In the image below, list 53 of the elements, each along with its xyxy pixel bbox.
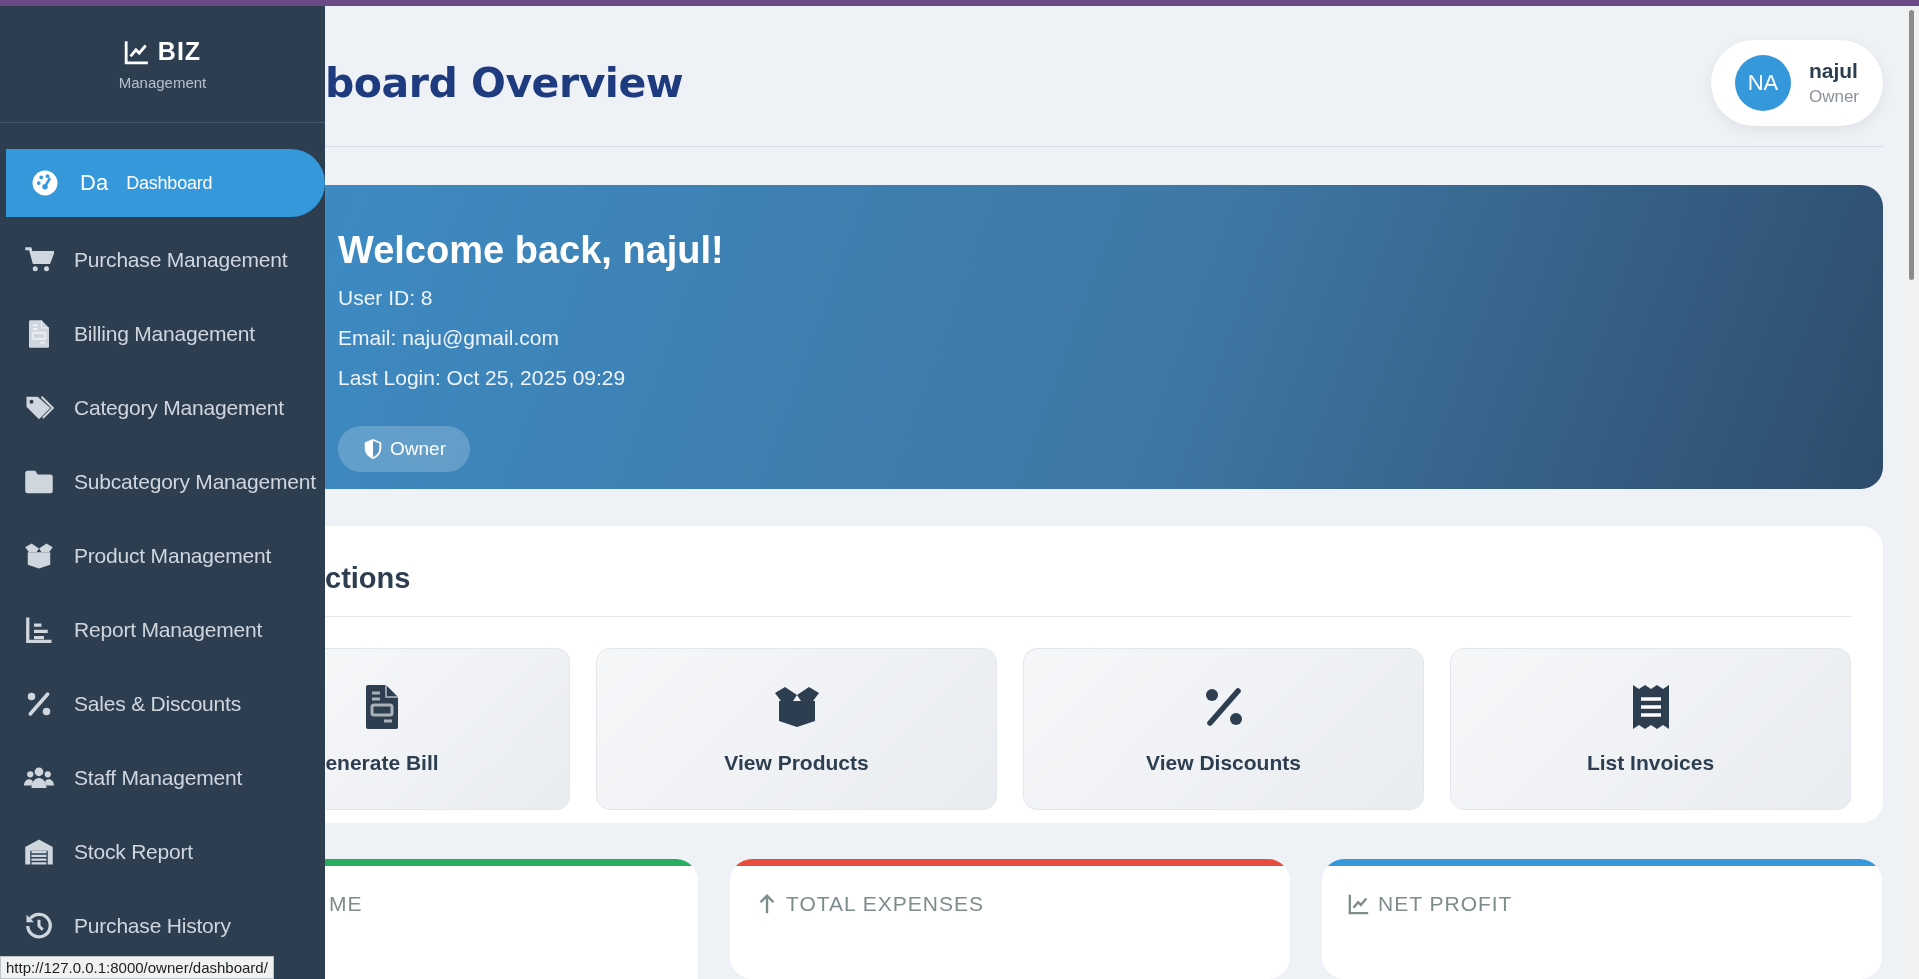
brand-subtitle: Management xyxy=(118,74,207,91)
sidebar-item[interactable]: Subcategory Management xyxy=(0,451,325,513)
brand-logo: BIZ xyxy=(157,37,202,66)
item-label: Product Management xyxy=(74,544,272,568)
line-chart-icon xyxy=(123,38,150,65)
action-card[interactable]: View Discounts xyxy=(1023,648,1424,811)
sidebar-item[interactable]: Staff Management xyxy=(0,747,325,809)
scrollbar[interactable] xyxy=(1903,6,1919,979)
shield-icon xyxy=(362,438,384,460)
stat-label: ME xyxy=(329,892,363,916)
welcome-heading: Welcome back, najul! xyxy=(338,229,724,272)
line-chart-icon xyxy=(1348,893,1370,915)
action-card[interactable]: View Products xyxy=(596,648,997,811)
user-name: najul xyxy=(1808,59,1859,83)
user-card[interactable]: NA najul Owner xyxy=(1710,40,1883,126)
item-label: Purchase Management xyxy=(74,248,288,272)
item-label: Staff Management xyxy=(74,766,243,790)
item-label: Category Management xyxy=(74,396,284,420)
role-badge: Owner xyxy=(338,426,470,472)
user-role: Owner xyxy=(1808,87,1859,107)
sidebar-item[interactable]: Category Management xyxy=(0,377,325,439)
sidebar-item[interactable]: Product Management xyxy=(0,525,325,587)
sidebar-item[interactable]: Purchase Management xyxy=(0,229,325,291)
item-abbreviation: Da xyxy=(80,170,109,196)
bar-chart-icon xyxy=(24,615,54,645)
section-heading: ctions xyxy=(325,526,1851,618)
stat-label: TOTAL EXPENSES xyxy=(786,892,984,916)
item-label: Sales & Discounts xyxy=(74,692,241,716)
item-label: Purchase History xyxy=(74,914,231,938)
history-icon xyxy=(24,911,54,941)
user-detail: User ID: 8 xyxy=(338,286,433,310)
user-detail: Last Login: Oct 25, 2025 09:29 xyxy=(338,366,626,390)
item-label: Subcategory Management xyxy=(74,470,316,494)
item-label: Report Management xyxy=(74,618,263,642)
sidebar-item[interactable]: Report Management xyxy=(0,599,325,661)
sidebar-item[interactable]: Stock Report xyxy=(0,821,325,883)
user-detail: Email: naju@gmail.com xyxy=(338,326,559,350)
item-label: Dashboard xyxy=(126,172,213,194)
sidebar-item[interactable]: Billing Management xyxy=(0,303,325,365)
stat-label: NET PROFIT xyxy=(1378,892,1513,916)
warehouse-icon xyxy=(24,837,54,867)
action-card[interactable]: List Invoices xyxy=(1450,648,1851,811)
action-card[interactable]: enerate Bill xyxy=(325,648,570,811)
gauge-icon xyxy=(30,168,60,198)
avatar: NA xyxy=(1734,55,1791,111)
status-url: http://127.0.0.1:8000/owner/dashboard/ xyxy=(0,956,274,979)
sidebar-item[interactable]: Sales & Discounts xyxy=(0,673,325,735)
sidebar-item[interactable]: Purchase History xyxy=(0,895,325,957)
page-title: board Overview xyxy=(325,59,684,107)
box-icon xyxy=(24,541,54,571)
scrollbar-thumb[interactable] xyxy=(1908,10,1914,280)
item-label: Billing Management xyxy=(74,322,255,346)
item-label: Stock Report xyxy=(74,840,193,864)
